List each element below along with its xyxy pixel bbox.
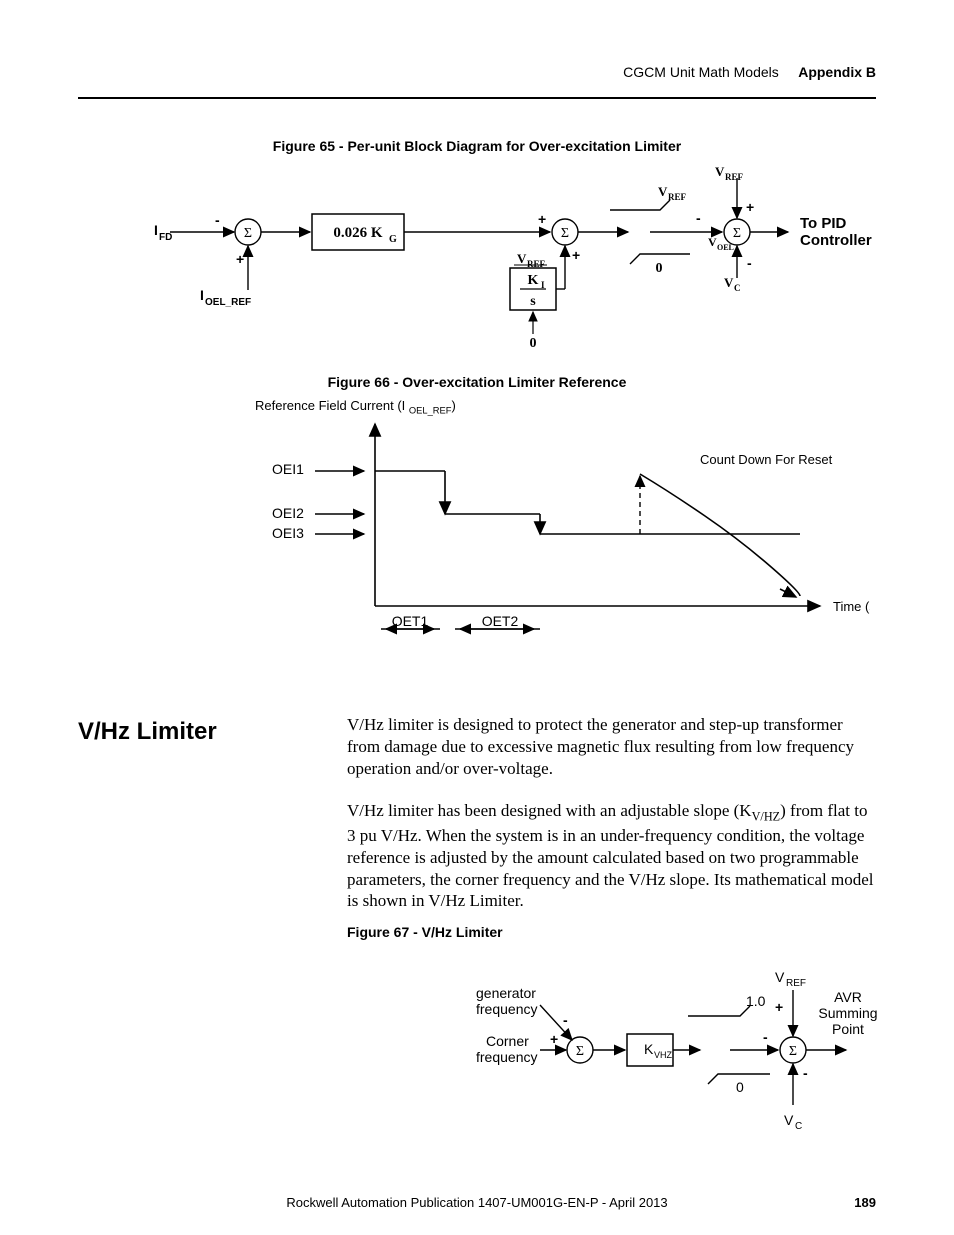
page-header: CGCM Unit Math Models Appendix B xyxy=(78,62,876,99)
svg-text:Σ: Σ xyxy=(789,1044,797,1059)
fig66-caption: Figure 66 - Over-excitation Limiter Refe… xyxy=(0,374,954,390)
fig65-diagram: Σ I FD - + I OEL_REF 0.026 K G + Σ K I s xyxy=(140,160,910,360)
svg-text:Controller: Controller xyxy=(800,232,872,249)
svg-text:OEL_REF: OEL_REF xyxy=(205,297,251,308)
svg-text:V: V xyxy=(715,164,725,179)
fig66-ylabel: Reference Field Current (I OEL_REF) xyxy=(255,398,456,416)
svg-text:REF: REF xyxy=(786,978,806,989)
svg-text:-: - xyxy=(803,1065,808,1081)
svg-text:V: V xyxy=(517,251,527,266)
svg-text:Σ: Σ xyxy=(576,1044,584,1059)
svg-text:+: + xyxy=(538,211,546,227)
svg-text:OET1: OET1 xyxy=(392,613,429,629)
svg-text:To PID: To PID xyxy=(800,215,847,232)
svg-text:0.026 K: 0.026 K xyxy=(333,225,383,241)
svg-text:K: K xyxy=(528,273,539,288)
svg-text:OET2: OET2 xyxy=(482,613,519,629)
svg-text:0: 0 xyxy=(530,336,537,351)
footer-publication: Rockwell Automation Publication 1407-UM0… xyxy=(286,1195,667,1210)
page: CGCM Unit Math Models Appendix B Figure … xyxy=(0,0,954,1235)
svg-text:OEI1: OEI1 xyxy=(272,461,304,477)
svg-text:V: V xyxy=(784,1112,794,1128)
svg-text:generator: generator xyxy=(476,985,536,1001)
svg-text:I: I xyxy=(200,287,204,303)
svg-text:Time (s): Time (s) xyxy=(833,599,870,614)
svg-text:V: V xyxy=(708,235,717,249)
svg-text:G: G xyxy=(389,234,397,245)
svg-text:C: C xyxy=(734,283,741,293)
svg-text:OEI3: OEI3 xyxy=(272,525,304,541)
svg-text:Σ: Σ xyxy=(244,226,252,241)
svg-text:Summing: Summing xyxy=(818,1005,877,1021)
svg-text:+: + xyxy=(746,199,754,215)
svg-text:V: V xyxy=(775,969,785,985)
svg-text:+: + xyxy=(572,247,580,263)
svg-text:s: s xyxy=(530,294,536,309)
svg-text:VHZ: VHZ xyxy=(654,1050,673,1060)
para1: V/Hz limiter is designed to protect the … xyxy=(347,714,876,779)
svg-text:C: C xyxy=(795,1121,802,1132)
svg-text:I: I xyxy=(154,222,158,238)
svg-text:+: + xyxy=(236,251,244,267)
fig66-diagram: Time (s) OEI1 OEI2 OEI3 Count Down For R… xyxy=(260,416,870,646)
header-appendix: Appendix B xyxy=(798,64,876,80)
svg-text:V: V xyxy=(658,184,668,199)
fig65-caption: Figure 65 - Per-unit Block Diagram for O… xyxy=(0,138,954,154)
header-text: CGCM Unit Math Models Appendix B xyxy=(623,64,876,80)
header-chapter: CGCM Unit Math Models xyxy=(623,64,779,80)
svg-text:Point: Point xyxy=(832,1021,864,1037)
svg-text:REF: REF xyxy=(527,259,546,269)
svg-text:frequency: frequency xyxy=(476,1049,537,1065)
svg-text:-: - xyxy=(215,212,220,228)
fig67-diagram: Σ generator frequency - Corner frequency… xyxy=(440,950,900,1150)
svg-text:REF: REF xyxy=(668,192,687,202)
svg-text:1.0: 1.0 xyxy=(746,993,766,1009)
svg-text:OEL: OEL xyxy=(717,243,734,252)
svg-text:Corner: Corner xyxy=(486,1033,529,1049)
svg-text:-: - xyxy=(563,1012,568,1028)
svg-text:Σ: Σ xyxy=(733,226,741,241)
footer-page: 189 xyxy=(854,1195,876,1210)
svg-text:REF: REF xyxy=(725,172,744,182)
svg-text:V: V xyxy=(724,275,734,290)
svg-text:-: - xyxy=(747,255,752,271)
svg-text:0: 0 xyxy=(656,261,663,276)
svg-text:-: - xyxy=(763,1029,768,1045)
svg-text:+: + xyxy=(550,1031,558,1047)
svg-text:frequency: frequency xyxy=(476,1001,537,1017)
svg-text:FD: FD xyxy=(159,232,172,243)
svg-text:0: 0 xyxy=(736,1079,744,1095)
svg-text:-: - xyxy=(696,210,701,226)
svg-text:Σ: Σ xyxy=(561,226,569,241)
svg-text:OEI2: OEI2 xyxy=(272,505,304,521)
para2: V/Hz limiter has been designed with an a… xyxy=(347,800,876,912)
svg-text:Count Down For Reset: Count Down For Reset xyxy=(700,452,833,467)
fig67-caption: Figure 67 - V/Hz Limiter xyxy=(347,924,876,940)
svg-text:K: K xyxy=(644,1041,654,1057)
svg-text:+: + xyxy=(775,999,783,1015)
svg-text:AVR: AVR xyxy=(834,989,862,1005)
